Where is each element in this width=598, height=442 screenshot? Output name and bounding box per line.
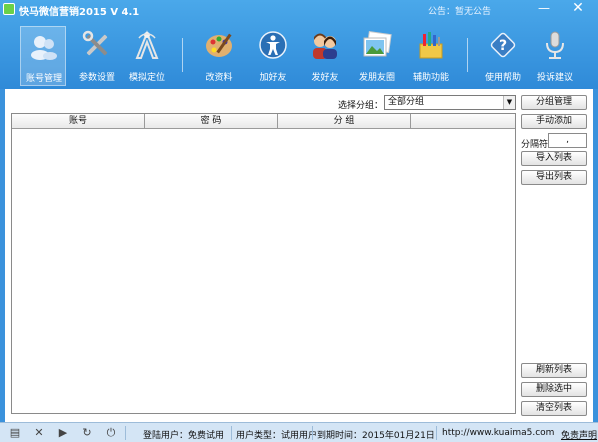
column-header-password[interactable]: 密 码 [145, 114, 278, 129]
toolbar-helper[interactable]: 辅助功能 [408, 26, 454, 86]
website-link[interactable]: http://www.kuaima5.com [442, 428, 554, 438]
toolbar-add-friend[interactable]: 加好友 [250, 26, 296, 86]
toolbar-label: 投诉建议 [536, 73, 573, 83]
power-icon[interactable]: ⏻ [104, 426, 118, 440]
toolbar-account-manage[interactable]: 账号管理 [20, 26, 66, 86]
refresh-list-button[interactable]: 刷新列表 [521, 363, 587, 378]
toolbar-separator [467, 38, 468, 72]
status-divider [312, 426, 313, 440]
group-manage-button[interactable]: 分组管理 [521, 95, 587, 110]
play-icon[interactable]: ▶ [56, 426, 70, 440]
app-logo-icon [3, 3, 15, 15]
photos-icon [363, 30, 392, 57]
tools-icon [82, 30, 108, 56]
minimize-button[interactable]: — [532, 0, 556, 18]
group-filter-value: 全部分组 [388, 97, 425, 107]
status-divider [436, 426, 437, 440]
tools-small-icon[interactable]: ✕ [32, 426, 46, 440]
toolbar-help[interactable]: ? 使用帮助 [480, 26, 526, 86]
toolbar-location[interactable]: 模拟定位 [124, 26, 170, 86]
toolbar-label: 使用帮助 [484, 73, 521, 83]
help-icon: ? [490, 32, 516, 58]
export-list-button[interactable]: 导出列表 [521, 170, 587, 185]
separator-input[interactable]: , [548, 133, 587, 148]
toolbar-edit-profile[interactable]: 改资料 [196, 26, 242, 86]
status-divider [231, 426, 232, 440]
toolbar-label: 辅助功能 [412, 73, 449, 83]
toolbar-label: 账号管理 [25, 74, 62, 84]
top-band: 快马微信营销2015 V 4.1 公告：暂无公告 — ✕ 账号管理 参数设置 模… [0, 0, 598, 89]
column-header-group[interactable]: 分 组 [278, 114, 411, 129]
chevron-down-icon[interactable]: ▼ [503, 96, 515, 109]
disclaimer-link[interactable]: 免责声明 [561, 428, 597, 441]
login-user-text: 登陆用户：免费试用 [143, 431, 225, 441]
toolbar-send-friend[interactable]: 发好友 [302, 26, 348, 86]
user-type-text: 用户类型：试用用户 [236, 431, 318, 441]
microphone-icon [546, 31, 564, 59]
status-bar: ▤ ✕ ▶ ↻ ⏻ 登陆用户：免费试用 用户类型：试用用户 到期时间：2015年… [0, 422, 598, 442]
title-bar: 快马微信营销2015 V 4.1 公告：暂无公告 — ✕ [0, 0, 598, 20]
toolbar-label: 改资料 [205, 73, 233, 83]
separator-label: 分隔符 [521, 140, 549, 150]
expire-date-text: 到期时间：2015年01月21日 [317, 431, 435, 441]
toolbar-label: 发好友 [311, 73, 339, 83]
group-filter-select[interactable]: 全部分组 ▼ [384, 95, 516, 110]
status-divider [125, 426, 126, 440]
toolbar-label: 模拟定位 [128, 73, 165, 83]
add-friend-icon [259, 31, 287, 59]
clear-list-button[interactable]: 清空列表 [521, 401, 587, 416]
account-table[interactable]: 账号 密 码 分 组 [11, 113, 516, 414]
group-filter-label: 选择分组： [338, 101, 384, 111]
toolbar-moments[interactable]: 发朋友圈 [354, 26, 400, 86]
toolbar-label: 发朋友圈 [358, 73, 395, 83]
toolbar-label: 参数设置 [78, 73, 115, 83]
helper-icon [419, 32, 443, 59]
palette-icon [206, 33, 232, 57]
svg-text:?: ? [499, 38, 507, 54]
app-title: 快马微信营销2015 V 4.1 [19, 7, 140, 18]
toolbar-separator [182, 38, 183, 72]
accounts-icon [31, 36, 57, 60]
announcement-text: 公告：暂无公告 [428, 7, 492, 17]
delete-selected-button[interactable]: 删除选中 [521, 382, 587, 397]
toolbar-feedback[interactable]: 投诉建议 [532, 26, 578, 86]
trash-icon[interactable]: ▤ [8, 426, 22, 440]
table-header: 账号 密 码 分 组 [12, 114, 515, 129]
close-button[interactable]: ✕ [560, 0, 596, 18]
location-icon [135, 30, 159, 59]
main-toolbar: 账号管理 参数设置 模拟定位 改资料 加好友 发好友 发朋友圈 辅助功能 ? 使… [0, 26, 598, 86]
refresh-icon[interactable]: ↻ [80, 426, 94, 440]
manual-add-button[interactable]: 手动添加 [521, 114, 587, 129]
toolbar-settings[interactable]: 参数设置 [74, 26, 120, 86]
toolbar-label: 加好友 [259, 73, 287, 83]
column-header-account[interactable]: 账号 [12, 114, 145, 129]
import-list-button[interactable]: 导入列表 [521, 151, 587, 166]
send-friend-icon [313, 33, 337, 59]
